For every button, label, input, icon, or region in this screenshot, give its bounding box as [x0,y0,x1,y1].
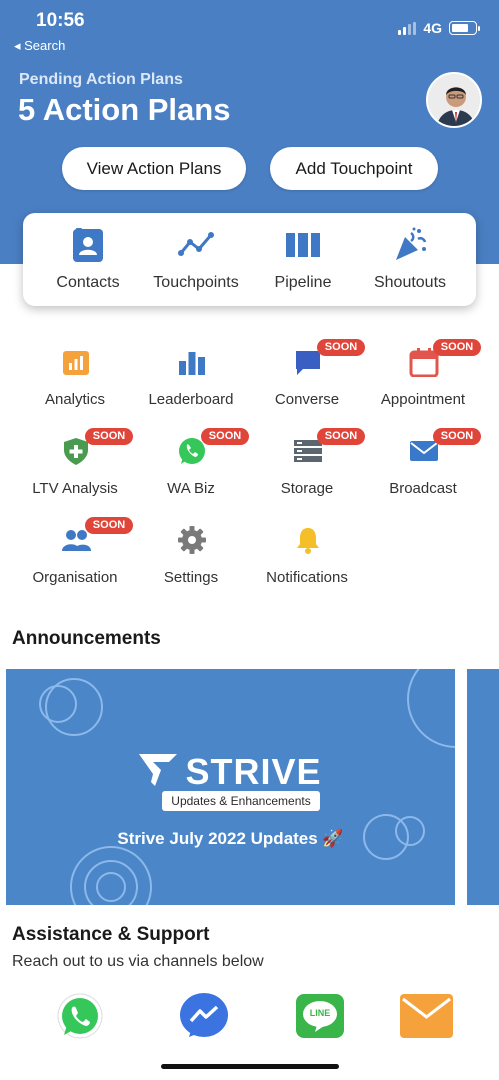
feature-analytics[interactable]: Analytics [17,343,133,423]
analytics-icon [61,347,91,377]
feature-leaderboard[interactable]: Leaderboard [133,343,249,423]
feature-converse[interactable]: SOON Converse [249,339,365,423]
quick-action-label: Touchpoints [153,274,239,291]
contacts-icon [70,227,106,263]
feature-storage[interactable]: SOON Storage [249,428,365,512]
quick-action-touchpoints[interactable]: Touchpoints [141,213,251,306]
soon-badge: SOON [85,517,133,534]
banner-caption: Strive July 2022 Updates 🚀 [117,829,344,848]
pending-label: Pending Action Plans [19,71,183,88]
pending-title: 5 Action Plans [18,92,231,127]
quick-action-label: Pipeline [274,274,332,291]
brand-tag: Updates & Enhancements [162,791,320,811]
messenger-icon [180,993,228,1037]
quick-action-contacts[interactable]: Contacts [33,213,143,306]
status-indicators: 4G [398,20,480,36]
pipeline-icon [285,227,321,263]
feature-ltv-analysis[interactable]: SOON LTV Analysis [17,428,133,512]
quick-action-label: Contacts [56,274,120,291]
gear-icon [177,525,207,555]
soon-badge: SOON [317,339,365,356]
feature-settings[interactable]: Settings [133,521,249,601]
email-channel-button[interactable] [399,993,454,1039]
quick-action-label: Shoutouts [373,274,447,291]
feature-notifications[interactable]: Notifications [249,521,365,601]
leaderboard-icon [177,347,207,377]
avatar[interactable] [426,72,482,128]
brand-name: STRIVE [185,751,322,792]
soon-badge: SOON [433,428,481,445]
feature-broadcast[interactable]: SOON Broadcast [365,428,481,512]
feature-appointment[interactable]: SOON Appointment [365,339,481,423]
soon-badge: SOON [201,428,249,445]
brand-logo: STRIVE [6,751,455,793]
quick-actions-card: Contacts Touchpoints Pipeline Shoutouts [23,213,476,306]
whatsapp-icon [57,993,103,1039]
signal-icon [398,21,417,35]
touchpoints-icon [178,227,214,263]
announcements-title: Announcements [12,628,161,649]
soon-badge: SOON [85,428,133,445]
shoutouts-icon [392,227,428,263]
view-action-plans-button[interactable]: View Action Plans [62,147,246,190]
support-title: Assistance & Support [12,924,210,945]
feature-label: Broadcast [389,480,457,497]
soon-badge: SOON [317,428,365,445]
network-type: 4G [423,20,442,36]
quick-action-pipeline[interactable]: Pipeline [248,213,358,306]
feature-label: Notifications [266,569,348,586]
add-touchpoint-button[interactable]: Add Touchpoint [270,147,438,190]
support-subtitle: Reach out to us via channels below [12,953,264,970]
line-label: LINE [309,1008,331,1018]
quick-action-shoutouts[interactable]: Shoutouts [355,213,465,306]
line-channel-button[interactable]: LINE [295,993,345,1039]
next-announcement-peek[interactable] [467,669,499,905]
battery-icon [449,21,480,35]
feature-label: Appointment [380,391,466,408]
bell-icon [293,525,323,555]
soon-badge: SOON [433,339,481,356]
feature-organisation[interactable]: SOON Organisation [17,517,133,601]
announcement-banner[interactable]: STRIVE Updates & Enhancements Strive Jul… [6,669,455,905]
whatsapp-channel-button[interactable] [55,993,105,1039]
back-to-search-link[interactable]: ◂ Search [14,38,65,54]
strive-logo-icon [139,754,178,786]
feature-wa-biz[interactable]: SOON WA Biz [133,428,249,512]
messenger-channel-button[interactable] [179,993,229,1039]
email-icon [400,994,453,1038]
status-time: 10:56 [36,10,85,31]
home-indicator[interactable] [161,1064,339,1069]
